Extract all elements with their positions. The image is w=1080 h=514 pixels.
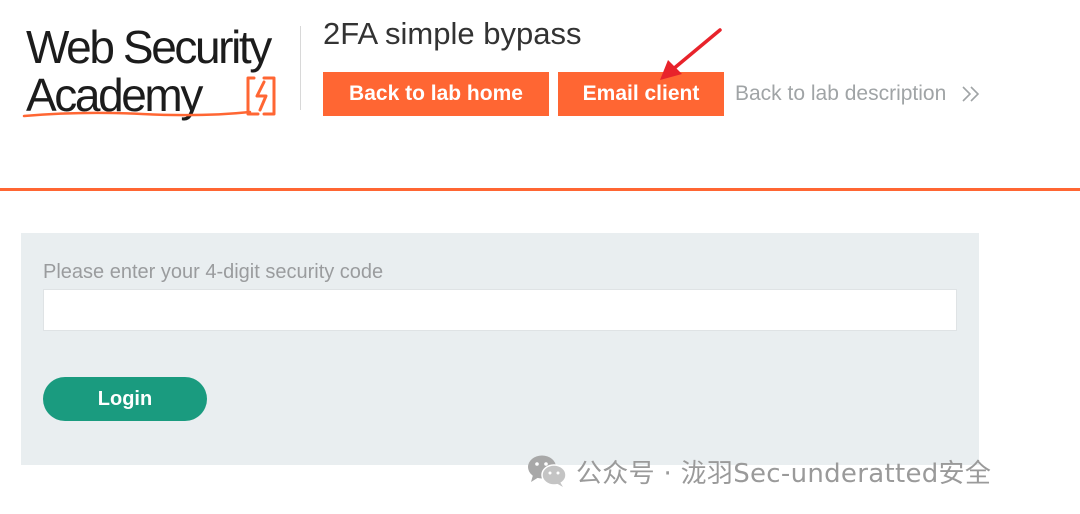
watermark-text: 公众号 · 泷羽Sec-underatted安全	[576, 458, 992, 489]
logo-underline	[22, 110, 252, 118]
logo-text-line1: Web Security	[26, 21, 272, 73]
back-to-lab-description-label: Back to lab description	[735, 82, 947, 105]
page: Web Security Academy 2FA simple bypass B…	[0, 0, 1080, 514]
security-code-label: Please enter your 4-digit security code	[43, 261, 384, 283]
watermark: 公众号 · 泷羽Sec-underatted安全	[526, 450, 991, 492]
security-code-form: Please enter your 4-digit security code …	[21, 233, 979, 465]
red-arrow-icon	[660, 28, 722, 80]
header-divider	[0, 188, 1080, 191]
security-code-input[interactable]	[43, 289, 957, 331]
back-to-lab-description-link[interactable]: Back to lab description	[735, 72, 982, 116]
double-chevron-right-icon	[962, 86, 980, 103]
wechat-icon	[528, 455, 567, 487]
logo-divider	[300, 26, 301, 110]
web-security-academy-logo[interactable]: Web Security Academy	[22, 22, 302, 124]
login-button[interactable]: Login	[43, 377, 207, 421]
lab-title: 2FA simple bypass	[323, 16, 582, 51]
back-to-lab-home-button[interactable]: Back to lab home	[323, 72, 549, 116]
